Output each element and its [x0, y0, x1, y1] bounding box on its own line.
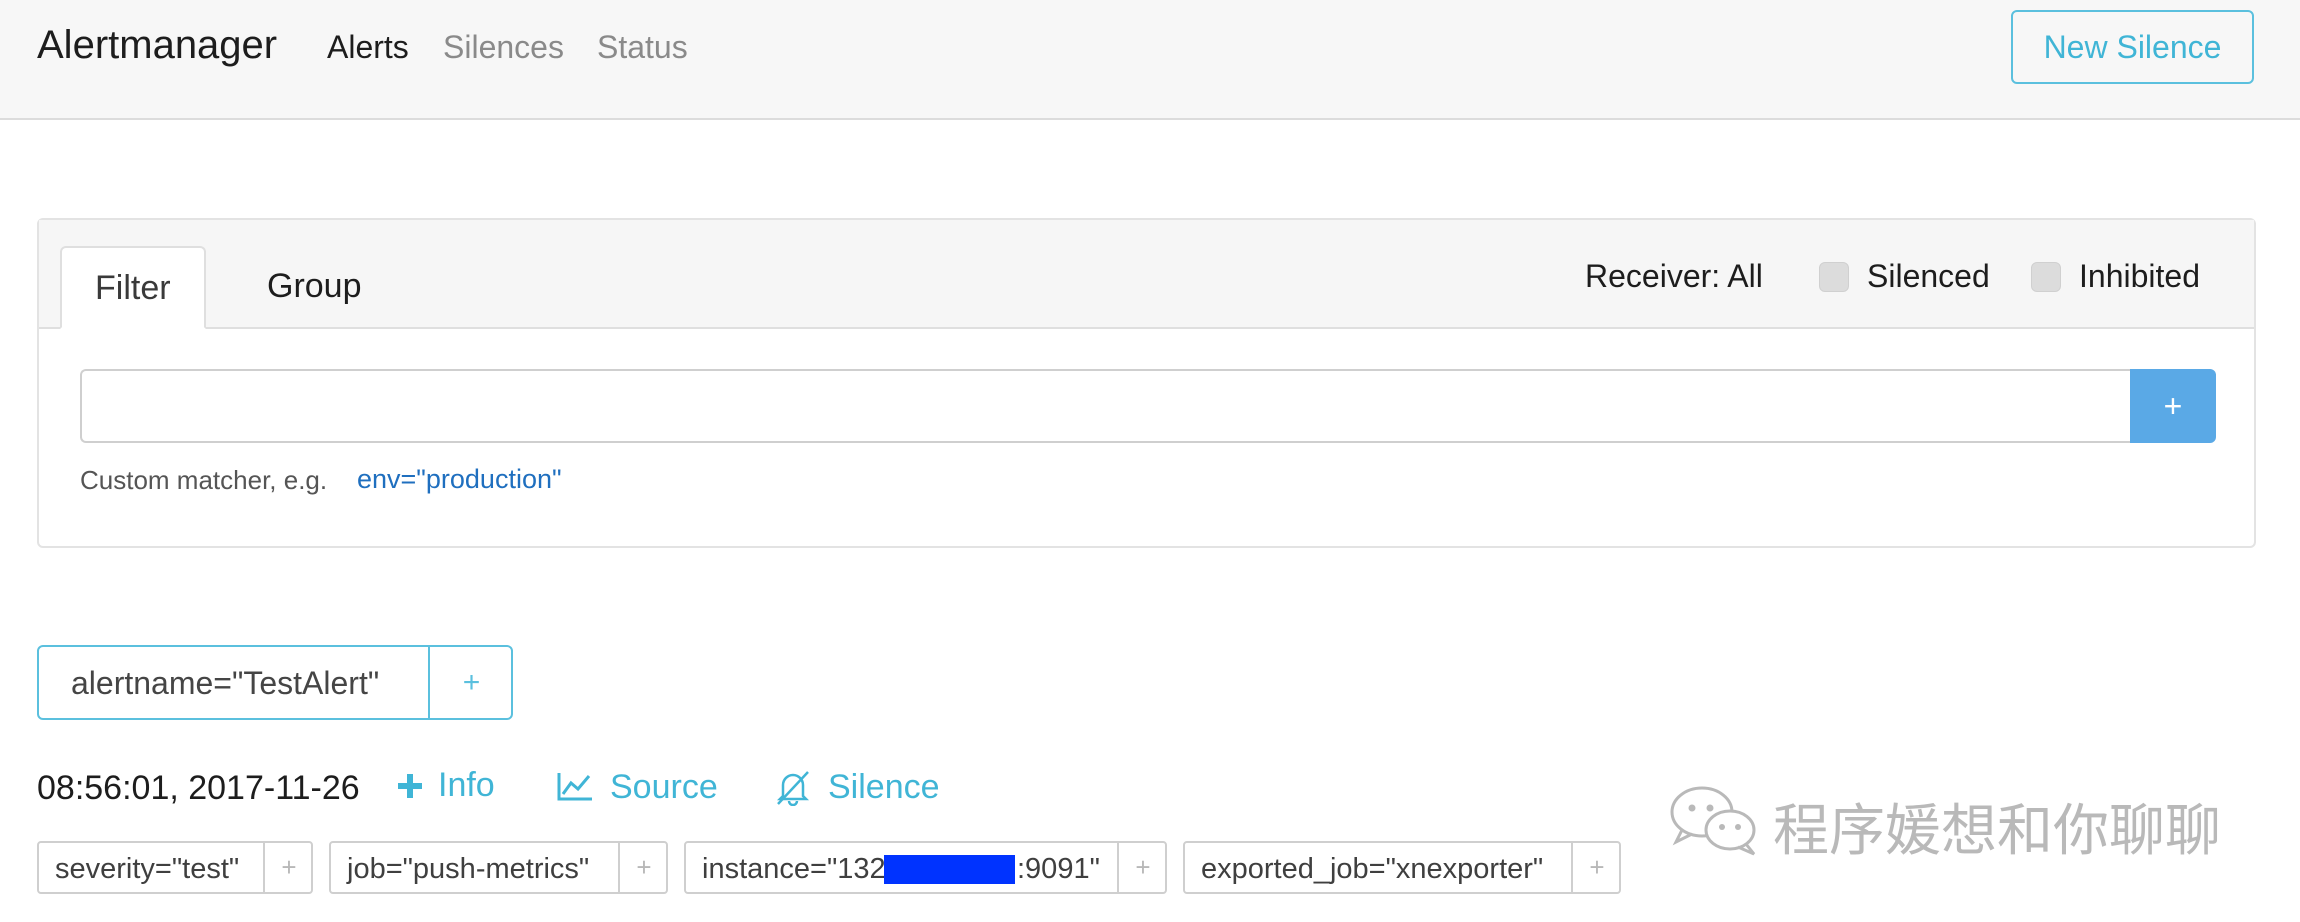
group-tag-add-button[interactable]: + [430, 647, 513, 718]
receiver-selector[interactable]: Receiver: All [1585, 258, 1763, 295]
watermark-text: 程序媛想和你聊聊 [1773, 799, 2221, 864]
filter-card-header: Filter Group Receiver: All Silenced Inhi… [39, 220, 2254, 329]
tab-group[interactable]: Group [234, 246, 395, 329]
wechat-icon [1668, 780, 1764, 865]
redaction-block [884, 855, 1015, 884]
new-silence-button[interactable]: New Silence [2011, 10, 2254, 84]
label-instance-text-suffix[interactable]: :9091" [1017, 853, 1100, 886]
info-label: Info [438, 766, 495, 804]
silence-label: Silence [828, 768, 940, 806]
source-label: Source [610, 768, 718, 806]
filter-card: Filter Group Receiver: All Silenced Inhi… [37, 218, 2256, 548]
top-navbar: Alertmanager Alerts Silences Status New … [0, 0, 2300, 120]
label-severity: severity="test" + [37, 841, 313, 894]
inhibited-label[interactable]: Inhibited [2079, 258, 2200, 295]
alert-group-label[interactable]: alertname="TestAlert" [71, 665, 379, 702]
label-exported-job-text[interactable]: exported_job="xnexporter" [1201, 853, 1543, 886]
label-job-add[interactable]: + [620, 843, 668, 892]
nav-link-status[interactable]: Status [597, 29, 688, 66]
silenced-checkbox[interactable] [1819, 262, 1849, 292]
label-instance-add[interactable]: + [1119, 843, 1167, 892]
label-job-text[interactable]: job="push-metrics" [347, 853, 589, 886]
nav-link-alerts[interactable]: Alerts [327, 29, 409, 66]
filter-input[interactable] [80, 369, 2130, 443]
label-severity-add[interactable]: + [265, 843, 313, 892]
label-exported-job: exported_job="xnexporter" + [1183, 841, 1621, 894]
brand-title[interactable]: Alertmanager [37, 23, 277, 68]
inhibited-checkbox[interactable] [2031, 262, 2061, 292]
area-chart-icon [556, 770, 594, 811]
label-severity-text[interactable]: severity="test" [55, 853, 239, 886]
silenced-label[interactable]: Silenced [1867, 258, 1990, 295]
alert-timestamp: 08:56:01, 2017-11-26 [37, 769, 360, 807]
add-matcher-button[interactable]: + [2130, 369, 2216, 443]
label-exported-job-add[interactable]: + [1573, 843, 1621, 892]
matcher-hint-example: env="production" [357, 464, 562, 494]
tab-filter[interactable]: Filter [60, 246, 206, 329]
matcher-hint: Custom matcher, e.g. [80, 465, 328, 495]
label-instance-text-prefix[interactable]: instance="132 [702, 853, 886, 886]
plus-icon [396, 770, 424, 809]
bell-slash-icon [774, 770, 812, 815]
label-job: job="push-metrics" + [329, 841, 668, 894]
alert-group-tag: alertname="TestAlert" + [37, 645, 513, 720]
nav-link-silences[interactable]: Silences [443, 29, 564, 66]
